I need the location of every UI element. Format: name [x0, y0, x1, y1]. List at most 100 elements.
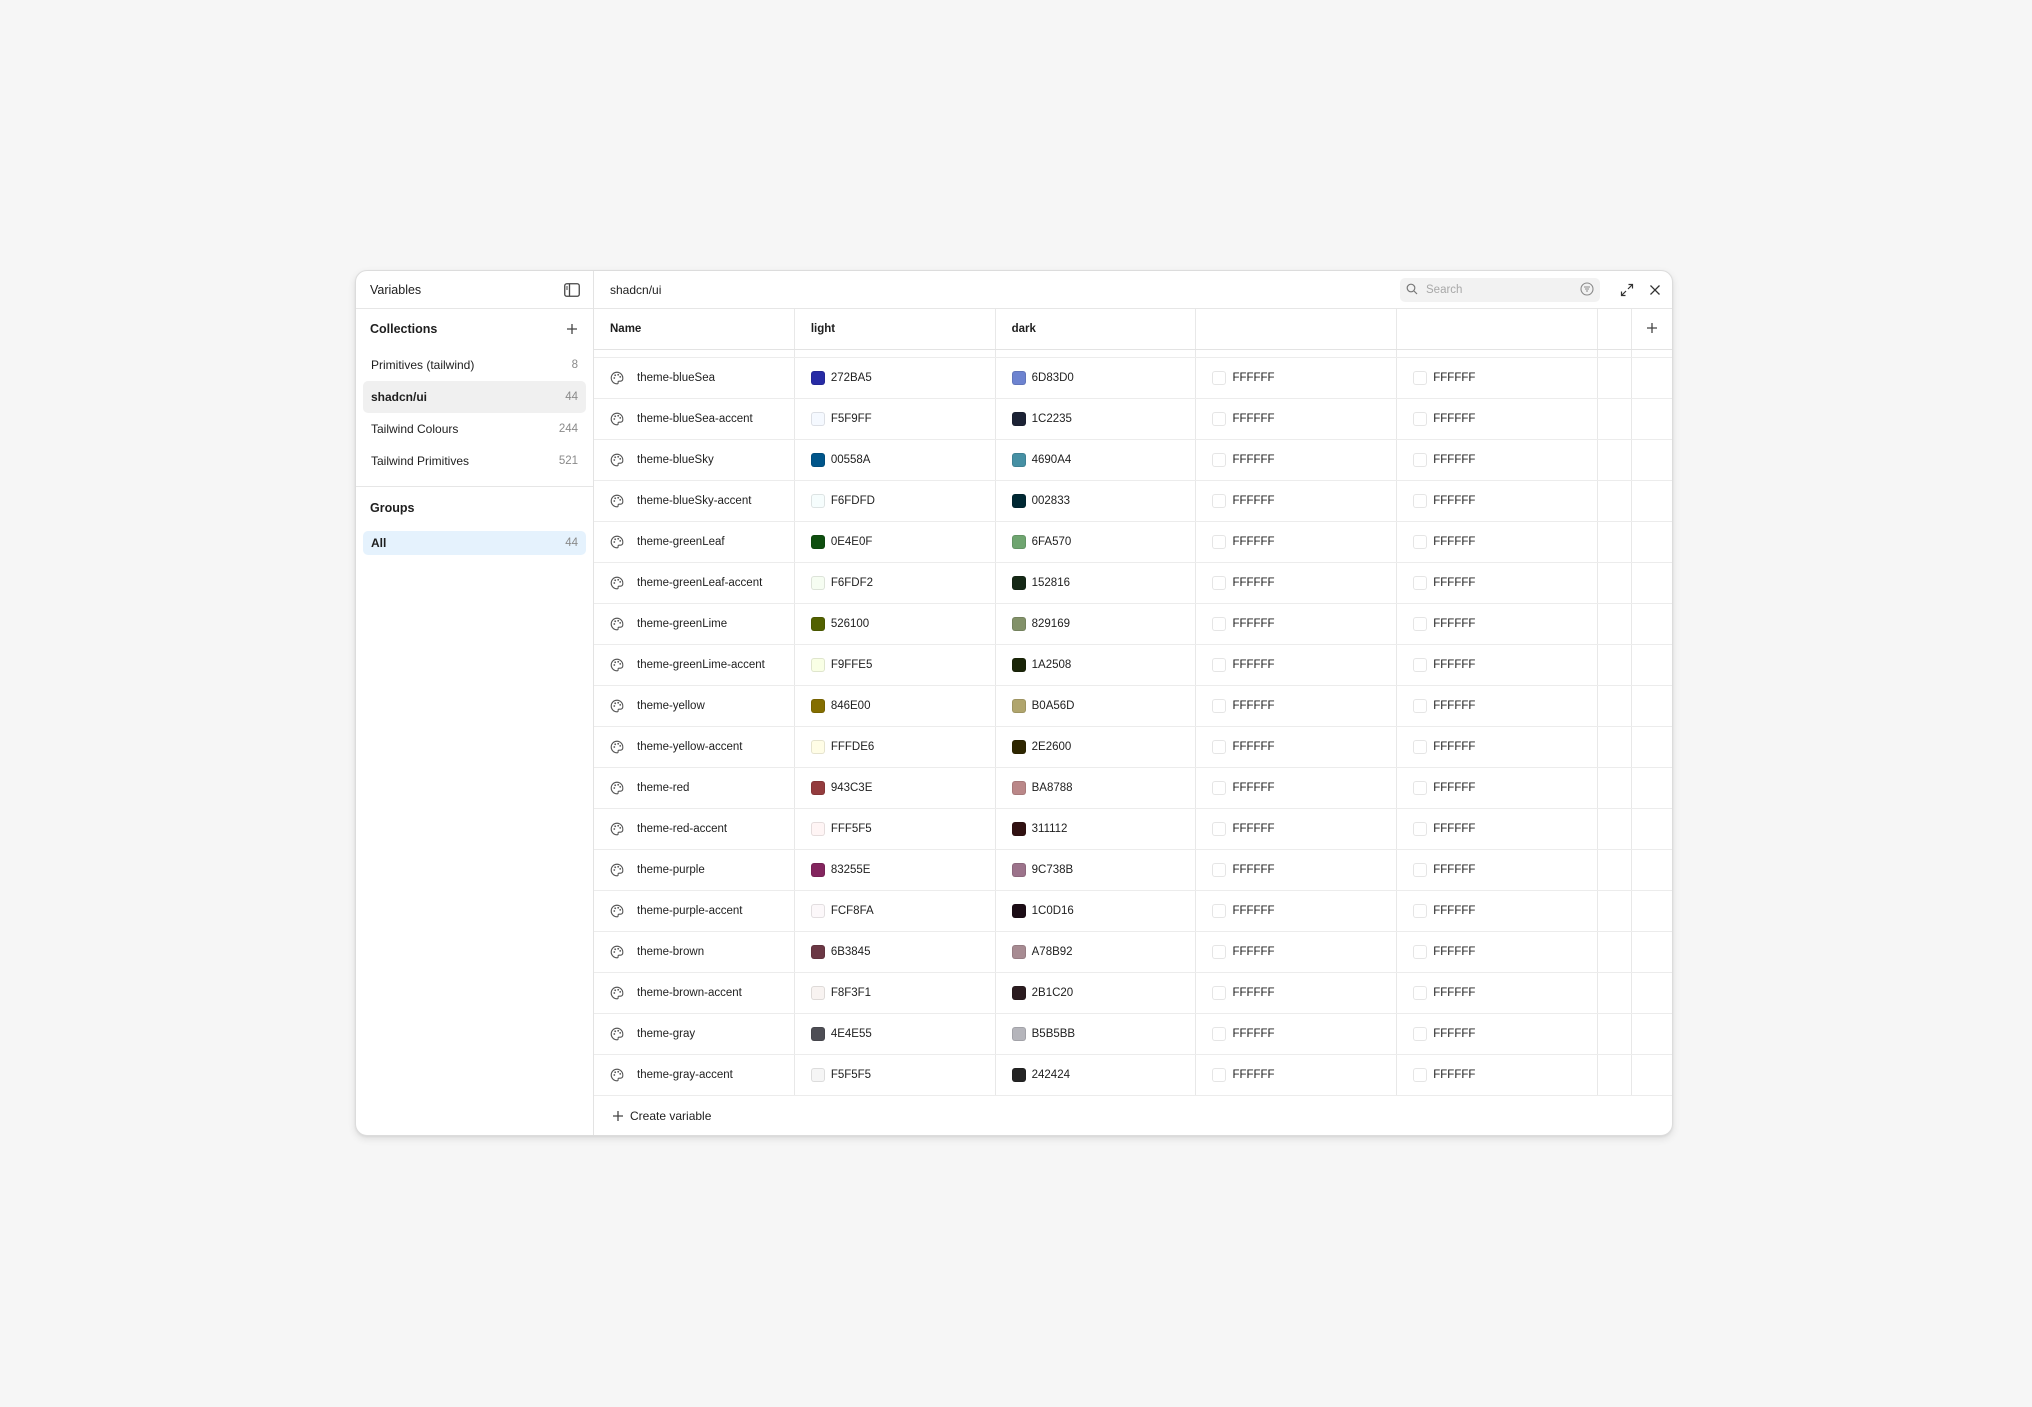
dark-value-cell[interactable]: 4690A4: [996, 440, 1197, 480]
mode-4-value-cell[interactable]: FFFFFF: [1397, 1014, 1599, 1054]
color-swatch[interactable]: [1011, 617, 1026, 631]
dark-value-cell[interactable]: B0A56D: [996, 686, 1197, 726]
color-swatch[interactable]: [810, 863, 825, 877]
color-swatch[interactable]: [1413, 617, 1428, 631]
mode-3-value-cell[interactable]: FFFFFF: [1196, 563, 1398, 603]
name-cell[interactable]: theme-greenLime-accent: [594, 645, 795, 685]
table-row[interactable]: theme-blueSea 272BA5 6D83D0 FFFFFF FFFFFF: [594, 358, 1672, 399]
light-value-cell[interactable]: 526100: [795, 604, 996, 644]
color-swatch[interactable]: [1212, 863, 1227, 877]
color-swatch[interactable]: [1011, 453, 1026, 467]
name-cell[interactable]: theme-purple-accent: [594, 891, 795, 931]
dark-value-cell[interactable]: 1A2508: [996, 645, 1197, 685]
color-swatch[interactable]: [1011, 986, 1026, 1000]
table-row[interactable]: theme-gray 4E4E55 B5B5BB FFFFFF FFFFFF: [594, 1014, 1672, 1055]
color-swatch[interactable]: [1413, 453, 1428, 467]
dark-value-cell[interactable]: 6FA570: [996, 522, 1197, 562]
color-swatch[interactable]: [1212, 904, 1227, 918]
color-swatch[interactable]: [1011, 535, 1026, 549]
color-swatch[interactable]: [1011, 945, 1026, 959]
color-swatch[interactable]: [1212, 1068, 1227, 1082]
add-mode-button[interactable]: [1632, 309, 1672, 349]
dark-value-cell[interactable]: B5B5BB: [996, 1014, 1197, 1054]
mode-4-value-cell[interactable]: FFFFFF: [1397, 1055, 1599, 1095]
dark-value-cell[interactable]: 9C738B: [996, 850, 1197, 890]
column-header-light[interactable]: light: [795, 309, 996, 349]
color-swatch[interactable]: [810, 494, 825, 508]
dark-value-cell[interactable]: 2E2600: [996, 727, 1197, 767]
column-header-name[interactable]: Name: [594, 309, 795, 349]
color-swatch[interactable]: [1413, 1068, 1428, 1082]
color-swatch[interactable]: [1212, 494, 1227, 508]
light-value-cell[interactable]: F6FDFD: [795, 481, 996, 521]
table-row[interactable]: theme-blueSea-accent F5F9FF 1C2235 FFFFFF FF…: [594, 399, 1672, 440]
table-row[interactable]: theme-red-accent FFF5F5 311112 FFFFFF FFFFFF: [594, 809, 1672, 850]
collection-item-primitives-tailwind[interactable]: Primitives (tailwind) 8: [363, 349, 586, 381]
table-row[interactable]: theme-purple 83255E 9C738B FFFFFF FFFFFF: [594, 850, 1672, 891]
color-swatch[interactable]: [1212, 617, 1227, 631]
color-swatch[interactable]: [1212, 576, 1227, 590]
mode-4-value-cell[interactable]: FFFFFF: [1397, 932, 1599, 972]
name-cell[interactable]: theme-blueSea-accent: [594, 399, 795, 439]
name-cell[interactable]: theme-greenLeaf: [594, 522, 795, 562]
name-cell[interactable]: theme-red: [594, 768, 795, 808]
mode-4-value-cell[interactable]: FFFFFF: [1397, 358, 1599, 398]
table-row[interactable]: theme-yellow-accent FFFDE6 2E2600 FFFFFF FFF…: [594, 727, 1672, 768]
mode-4-value-cell[interactable]: FFFFFF: [1397, 604, 1599, 644]
light-value-cell[interactable]: 4E4E55: [795, 1014, 996, 1054]
color-swatch[interactable]: [1011, 1068, 1026, 1082]
close-icon[interactable]: [1646, 281, 1664, 299]
dark-value-cell[interactable]: 829169: [996, 604, 1197, 644]
table-row[interactable]: theme-greenLeaf-accent F6FDF2 152816 FFFFFF…: [594, 563, 1672, 604]
color-swatch[interactable]: [1011, 371, 1026, 385]
add-collection-plus-icon[interactable]: [563, 320, 581, 338]
color-swatch[interactable]: [810, 986, 825, 1000]
mode-3-value-cell[interactable]: FFFFFF: [1196, 973, 1398, 1013]
color-swatch[interactable]: [1413, 781, 1428, 795]
color-swatch[interactable]: [810, 658, 825, 672]
mode-4-value-cell[interactable]: FFFFFF: [1397, 891, 1599, 931]
name-cell[interactable]: theme-greenLeaf-accent: [594, 563, 795, 603]
light-value-cell[interactable]: F5F9FF: [795, 399, 996, 439]
mode-3-value-cell[interactable]: FFFFFF: [1196, 727, 1398, 767]
mode-4-value-cell[interactable]: FFFFFF: [1397, 440, 1599, 480]
color-swatch[interactable]: [810, 535, 825, 549]
mode-4-value-cell[interactable]: FFFFFF: [1397, 727, 1599, 767]
color-swatch[interactable]: [1011, 863, 1026, 877]
dark-value-cell[interactable]: 002833: [996, 481, 1197, 521]
dark-value-cell[interactable]: 2B1C20: [996, 973, 1197, 1013]
name-cell[interactable]: theme-brown: [594, 932, 795, 972]
name-cell[interactable]: theme-blueSky-accent: [594, 481, 795, 521]
mode-4-value-cell[interactable]: FFFFFF: [1397, 850, 1599, 890]
color-swatch[interactable]: [810, 822, 825, 836]
light-value-cell[interactable]: FFF5F5: [795, 809, 996, 849]
color-swatch[interactable]: [810, 699, 825, 713]
collection-item-tailwind-primitives[interactable]: Tailwind Primitives 521: [363, 445, 586, 477]
color-swatch[interactable]: [1011, 699, 1026, 713]
color-swatch[interactable]: [810, 740, 825, 754]
table-row[interactable]: theme-gray-accent F5F5F5 242424 FFFFFF FFFFF…: [594, 1055, 1672, 1096]
table-row[interactable]: theme-yellow 846E00 B0A56D FFFFFF FFFFFF: [594, 686, 1672, 727]
color-swatch[interactable]: [1011, 781, 1026, 795]
mode-3-value-cell[interactable]: FFFFFF: [1196, 399, 1398, 439]
mode-4-value-cell[interactable]: FFFFFF: [1397, 522, 1599, 562]
color-swatch[interactable]: [1011, 494, 1026, 508]
dark-value-cell[interactable]: BA8788: [996, 768, 1197, 808]
color-swatch[interactable]: [1212, 740, 1227, 754]
mode-3-value-cell[interactable]: FFFFFF: [1196, 932, 1398, 972]
mode-4-value-cell[interactable]: FFFFFF: [1397, 399, 1599, 439]
color-swatch[interactable]: [1413, 863, 1428, 877]
dark-value-cell[interactable]: A78B92: [996, 932, 1197, 972]
dark-value-cell[interactable]: 1C0D16: [996, 891, 1197, 931]
group-item-all[interactable]: All 44: [363, 531, 586, 555]
color-swatch[interactable]: [1413, 822, 1428, 836]
color-swatch[interactable]: [1212, 986, 1227, 1000]
color-swatch[interactable]: [810, 371, 825, 385]
name-cell[interactable]: theme-red-accent: [594, 809, 795, 849]
mode-3-value-cell[interactable]: FFFFFF: [1196, 891, 1398, 931]
table-row[interactable]: theme-greenLime-accent F9FFE5 1A2508 FFFFFF…: [594, 645, 1672, 686]
color-swatch[interactable]: [810, 781, 825, 795]
color-swatch[interactable]: [1212, 453, 1227, 467]
color-swatch[interactable]: [1212, 658, 1227, 672]
column-header-dark[interactable]: dark: [996, 309, 1197, 349]
